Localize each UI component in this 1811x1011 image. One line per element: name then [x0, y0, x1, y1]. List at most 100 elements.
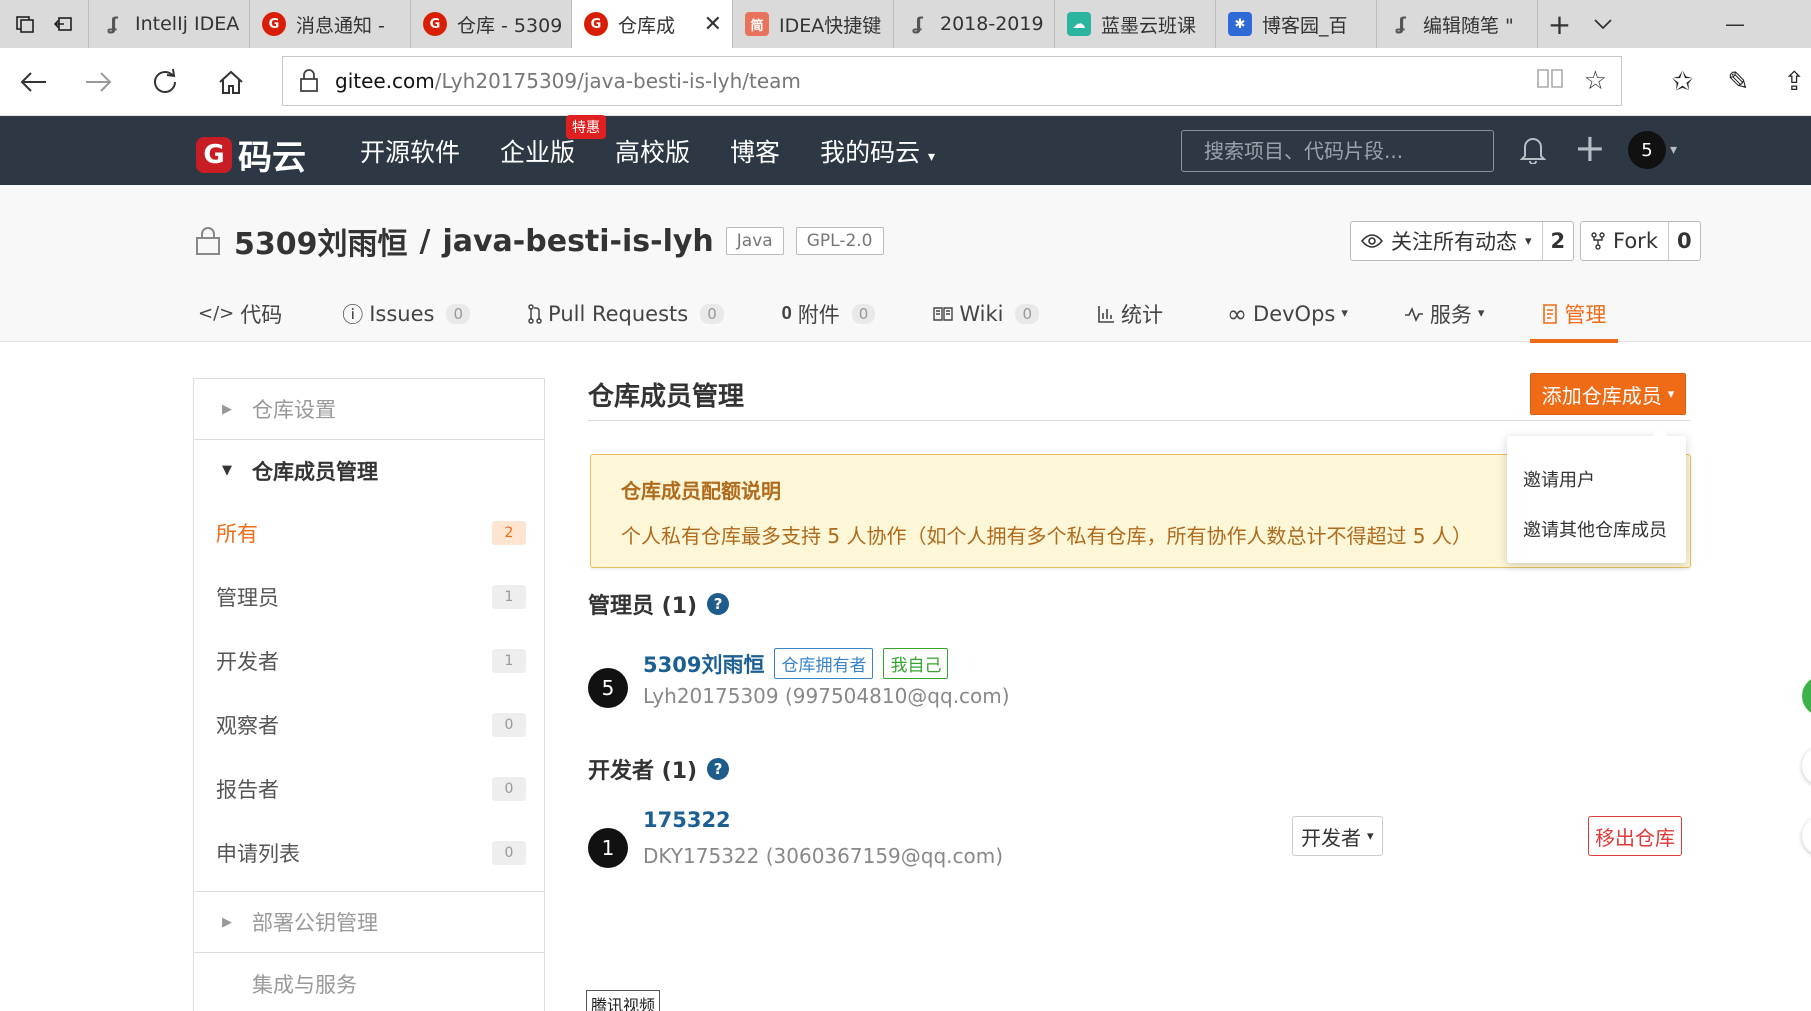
browser-tab[interactable]: G 消息通知 -	[249, 0, 410, 48]
nav-enterprise[interactable]: 企业版 特惠	[500, 114, 607, 169]
browser-tab[interactable]: ʆ 编辑随笔 "	[1376, 0, 1537, 48]
floating-action[interactable]	[1802, 816, 1811, 856]
refresh-button[interactable]	[132, 68, 198, 96]
nav-blog[interactable]: 博客	[730, 133, 780, 169]
sidebar-item-observers[interactable]: 观察者 0	[194, 693, 544, 757]
watch-button[interactable]: 关注所有动态 ▾	[1351, 222, 1543, 260]
sidebar-item-applications[interactable]: 申请列表 0	[194, 821, 544, 885]
remove-member-button[interactable]: 移出仓库	[1588, 816, 1682, 856]
sidebar-item-admins[interactable]: 管理员 1	[194, 565, 544, 629]
home-button[interactable]	[198, 69, 264, 95]
sidebar-section-integrations[interactable]: 集成与服务	[194, 953, 544, 1011]
set-aside-tabs-icon[interactable]	[52, 13, 74, 35]
add-member-button[interactable]: 添加仓库成员 ▾	[1530, 373, 1686, 415]
repo-name-link[interactable]: java-besti-is-lyh	[442, 224, 713, 259]
caret-down-icon[interactable]: ▾	[1670, 142, 1677, 158]
tab-code[interactable]: </> 代码	[196, 285, 284, 342]
license-tag[interactable]: GPL-2.0	[795, 227, 884, 255]
share-icon[interactable]: ⇪	[1783, 67, 1805, 97]
favorites-icon[interactable]: ✩	[1672, 67, 1694, 97]
book-icon	[933, 306, 954, 321]
tab-services[interactable]: 服务 ▾	[1402, 285, 1487, 342]
floating-action-green[interactable]	[1802, 676, 1811, 716]
fork-button[interactable]: Fork	[1581, 222, 1669, 260]
nav-education[interactable]: 高校版	[615, 133, 690, 169]
eye-icon	[1361, 234, 1383, 248]
avatar[interactable]: 5	[588, 668, 628, 708]
nav-my-gitee[interactable]: 我的码云 ▾	[820, 133, 935, 169]
back-button[interactable]	[0, 70, 66, 94]
jianshu-icon: 简	[745, 12, 769, 36]
sidebar-item-developers[interactable]: 开发者 1	[194, 629, 544, 693]
tab-stats[interactable]: 统计	[1095, 285, 1165, 342]
repo-owner-link[interactable]: 5309刘雨恒	[234, 219, 408, 263]
browser-tab[interactable]: 简 IDEA快捷键	[732, 0, 893, 48]
bell-icon[interactable]	[1519, 134, 1547, 171]
tab-title: 仓库 - 5309	[457, 14, 561, 37]
star-icon[interactable]: ☆	[1584, 66, 1607, 96]
language-tag[interactable]: Java	[725, 227, 784, 255]
floating-action[interactable]	[1802, 746, 1811, 786]
item-count: 1	[492, 649, 526, 673]
browser-tab[interactable]: ʆ 2018-2019-	[893, 0, 1054, 48]
browser-tab[interactable]: G 仓库 - 5309	[410, 0, 571, 48]
site-logo[interactable]: G 码云	[196, 130, 306, 179]
role-select[interactable]: 开发者 ▾	[1292, 816, 1383, 856]
browser-tab[interactable]: ʆ IntelIj IDEA	[88, 0, 249, 48]
sidebar-section-repo-settings[interactable]: ▶ 仓库设置	[194, 379, 544, 440]
tab-pull-requests[interactable]: Pull Requests 0	[526, 285, 726, 342]
user-avatar[interactable]: 5	[1628, 131, 1666, 169]
sidebar-section-deploy-keys[interactable]: ▶ 部署公钥管理	[194, 892, 544, 953]
fork-count[interactable]: 0	[1669, 222, 1700, 260]
new-tab-button[interactable]: +	[1537, 0, 1581, 48]
pen-icon[interactable]: ✎	[1727, 67, 1749, 97]
sidebar-section-members[interactable]: ▼ 仓库成员管理	[194, 440, 544, 501]
item-count: 0	[492, 777, 526, 801]
reading-view-icon[interactable]	[1536, 66, 1564, 97]
tab-title: 蓝墨云班课	[1101, 14, 1197, 37]
tab-label: Issues	[369, 301, 435, 326]
search-input[interactable]	[1181, 130, 1494, 172]
member-filter-list: 所有 2 管理员 1 开发者 1 观察者 0 报告者 0 申请列表 0	[194, 501, 544, 892]
developer-group-title: 开发者 (1) ?	[588, 753, 730, 785]
browser-tab[interactable]: ☁ 蓝墨云班课	[1054, 0, 1215, 48]
invite-user-item[interactable]: 邀请用户	[1507, 454, 1686, 504]
tab-issues[interactable]: ⓘ Issues 0	[340, 285, 472, 342]
section-label: 部署公钥管理	[252, 911, 378, 935]
nav-opensource[interactable]: 开源软件	[360, 133, 460, 169]
tencent-video-label[interactable]: 腾讯视频	[586, 990, 661, 1011]
avatar[interactable]: 1	[588, 828, 628, 868]
minimize-icon[interactable]: —	[1725, 12, 1745, 36]
tab-attachments[interactable]: 𝟎 附件 0	[780, 285, 878, 342]
sidebar-item-reporters[interactable]: 报告者 0	[194, 757, 544, 821]
watch-count[interactable]: 2	[1543, 222, 1574, 260]
arrow-left-icon	[20, 71, 46, 92]
tab-overview-icon[interactable]	[14, 13, 36, 35]
close-icon[interactable]: ✕	[704, 12, 722, 37]
forward-button[interactable]	[66, 70, 132, 94]
tab-list-button[interactable]	[1581, 0, 1625, 48]
tab-label: 统计	[1121, 302, 1164, 327]
cloud-icon: ☁	[1067, 12, 1091, 36]
add-member-dropdown: 邀请用户 邀请其他仓库成员	[1507, 428, 1686, 563]
browser-tab-active[interactable]: G 仓库成 ✕	[571, 0, 732, 48]
tab-wiki[interactable]: Wiki 0	[931, 285, 1041, 342]
member-name-link[interactable]: 5309刘雨恒	[643, 649, 764, 679]
member-name-link[interactable]: 175322	[643, 808, 731, 832]
browser-tab[interactable]: ✱ 博客园_百	[1215, 0, 1376, 48]
invite-other-repo-member-item[interactable]: 邀请其他仓库成员	[1507, 504, 1686, 554]
tab-label: Pull Requests	[548, 301, 689, 326]
create-plus-icon[interactable]: +	[1574, 126, 1606, 170]
sidebar-item-all[interactable]: 所有 2	[194, 501, 544, 565]
fork-icon	[1591, 232, 1605, 250]
tab-devops[interactable]: ∞ DevOps ▾	[1225, 285, 1350, 342]
fork-button-group: Fork 0	[1580, 221, 1701, 261]
tab-count: 0	[700, 303, 724, 324]
help-icon[interactable]: ?	[707, 758, 730, 780]
address-bar[interactable]: gitee.com/Lyh20175309/java-besti-is-lyh/…	[282, 56, 1622, 106]
item-label: 管理员	[216, 586, 279, 610]
tab-manage[interactable]: 管理	[1530, 285, 1619, 343]
nav-my-gitee-label: 我的码云	[820, 137, 921, 167]
help-icon[interactable]: ?	[707, 593, 730, 615]
script-icon: ʆ	[1396, 13, 1406, 35]
